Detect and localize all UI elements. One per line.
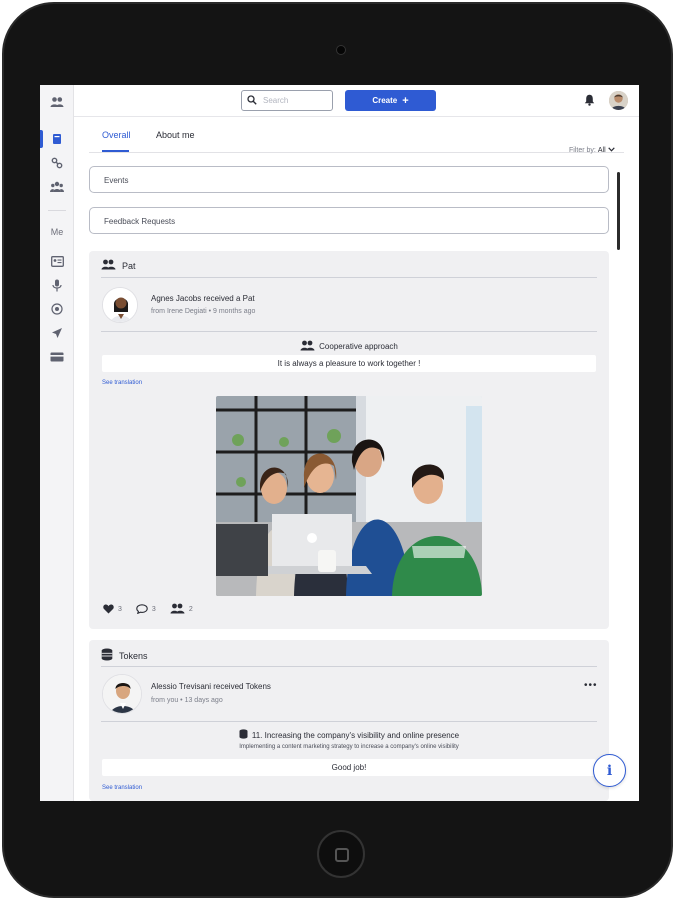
comment-count: 3	[151, 606, 156, 613]
like-button[interactable]: 3	[103, 604, 122, 616]
pat-card: Pat Agnes Jacobs received a Pat from Ire…	[89, 251, 609, 629]
feedback-requests-section[interactable]: Feedback Requests	[89, 207, 609, 234]
tokens-title: Alessio Trevisani received Tokens	[151, 682, 271, 691]
see-translation-link[interactable]: See translation	[102, 785, 142, 791]
events-section[interactable]: Events	[89, 166, 609, 193]
plus-icon: +	[402, 94, 409, 107]
more-options-button[interactable]: •••	[584, 680, 598, 691]
search-icon	[247, 92, 257, 110]
pat-count: 2	[188, 606, 193, 613]
tokens-goal-title: 11. Increasing the company's visibility …	[251, 730, 460, 740]
divider	[101, 721, 597, 722]
tokens-goal-subtitle: Implementing a content marketing strateg…	[239, 744, 459, 750]
sidebar-active-indicator	[40, 130, 43, 148]
tab-about-me[interactable]: About me	[156, 130, 195, 140]
sidebar-divider	[48, 210, 66, 211]
card-icon[interactable]	[49, 349, 65, 365]
active-tab-indicator	[102, 150, 129, 152]
microphone-icon[interactable]	[49, 277, 65, 293]
pat-photo[interactable]	[216, 396, 482, 596]
tokens-icon	[101, 648, 113, 663]
pat-reactions: 3 3 2	[103, 603, 193, 616]
info-icon: i	[606, 762, 613, 779]
events-section-label: Events	[104, 176, 129, 185]
feedback-requests-label: Feedback Requests	[104, 217, 176, 226]
id-card-icon[interactable]	[49, 253, 65, 269]
chevron-down-icon	[607, 147, 615, 154]
group-icon	[300, 340, 315, 353]
user-avatar[interactable]	[609, 91, 628, 110]
sidebar-section-label: Me	[50, 227, 64, 237]
tab-overall[interactable]: Overall	[102, 130, 131, 140]
tokens-card: Tokens Alessio Trevisani received Tokens…	[89, 640, 609, 801]
search-input[interactable]: Search	[241, 90, 333, 111]
comment-icon	[136, 603, 148, 616]
tokens-meta: from you • 13 days ago	[151, 697, 223, 704]
search-placeholder: Search	[263, 96, 289, 105]
see-translation-link[interactable]: See translation	[102, 380, 142, 386]
pat-icon	[101, 259, 116, 272]
pat-value-name: Cooperative approach	[319, 342, 398, 351]
bell-icon[interactable]	[582, 93, 596, 107]
tokens-icon	[239, 729, 248, 741]
pat-icon	[170, 603, 185, 616]
avatar[interactable]	[102, 287, 138, 323]
app-screen: Me Search Create + Overall About me Filt…	[40, 85, 639, 801]
people-icon[interactable]	[49, 94, 65, 110]
target-icon[interactable]	[49, 301, 65, 317]
tokens-message: Good job!	[102, 759, 596, 776]
pat-value: Cooperative approach	[89, 340, 609, 353]
scrollbar[interactable]	[617, 172, 620, 250]
pat-card-header: Pat	[101, 259, 136, 272]
divider	[101, 277, 597, 278]
like-count: 3	[118, 606, 122, 613]
create-button-label: Create	[372, 96, 398, 105]
tokens-card-header: Tokens	[101, 648, 148, 663]
top-bar: Search Create +	[74, 85, 639, 117]
home-button[interactable]	[317, 830, 365, 878]
profile-tabs: Overall About me	[89, 117, 624, 153]
divider	[101, 331, 597, 332]
filter-label: Filter by:	[569, 147, 596, 154]
comment-button[interactable]: 3	[136, 603, 156, 616]
pat-meta: from Irene Degiati • 9 months ago	[151, 308, 256, 315]
filter-dropdown[interactable]: Filter by: All	[569, 147, 615, 154]
rocket-icon[interactable]	[49, 325, 65, 341]
pat-card-heading: Pat	[122, 260, 136, 271]
tokens-card-heading: Tokens	[119, 650, 148, 661]
pat-message: It is always a pleasure to work together…	[102, 355, 596, 372]
create-button[interactable]: Create +	[345, 90, 436, 111]
book-icon[interactable]	[49, 131, 65, 147]
divider	[101, 666, 597, 667]
sidebar: Me	[40, 85, 74, 801]
pat-button[interactable]: 2	[170, 603, 193, 616]
camera	[336, 45, 346, 55]
group-icon[interactable]	[49, 179, 65, 195]
info-button[interactable]: i	[593, 754, 626, 787]
pat-title: Agnes Jacobs received a Pat	[151, 294, 255, 303]
avatar[interactable]	[102, 674, 142, 714]
link-icon[interactable]	[49, 155, 65, 171]
tokens-goal: 11. Increasing the company's visibility …	[89, 729, 609, 741]
heart-icon	[103, 604, 114, 616]
filter-value: All	[597, 147, 606, 154]
